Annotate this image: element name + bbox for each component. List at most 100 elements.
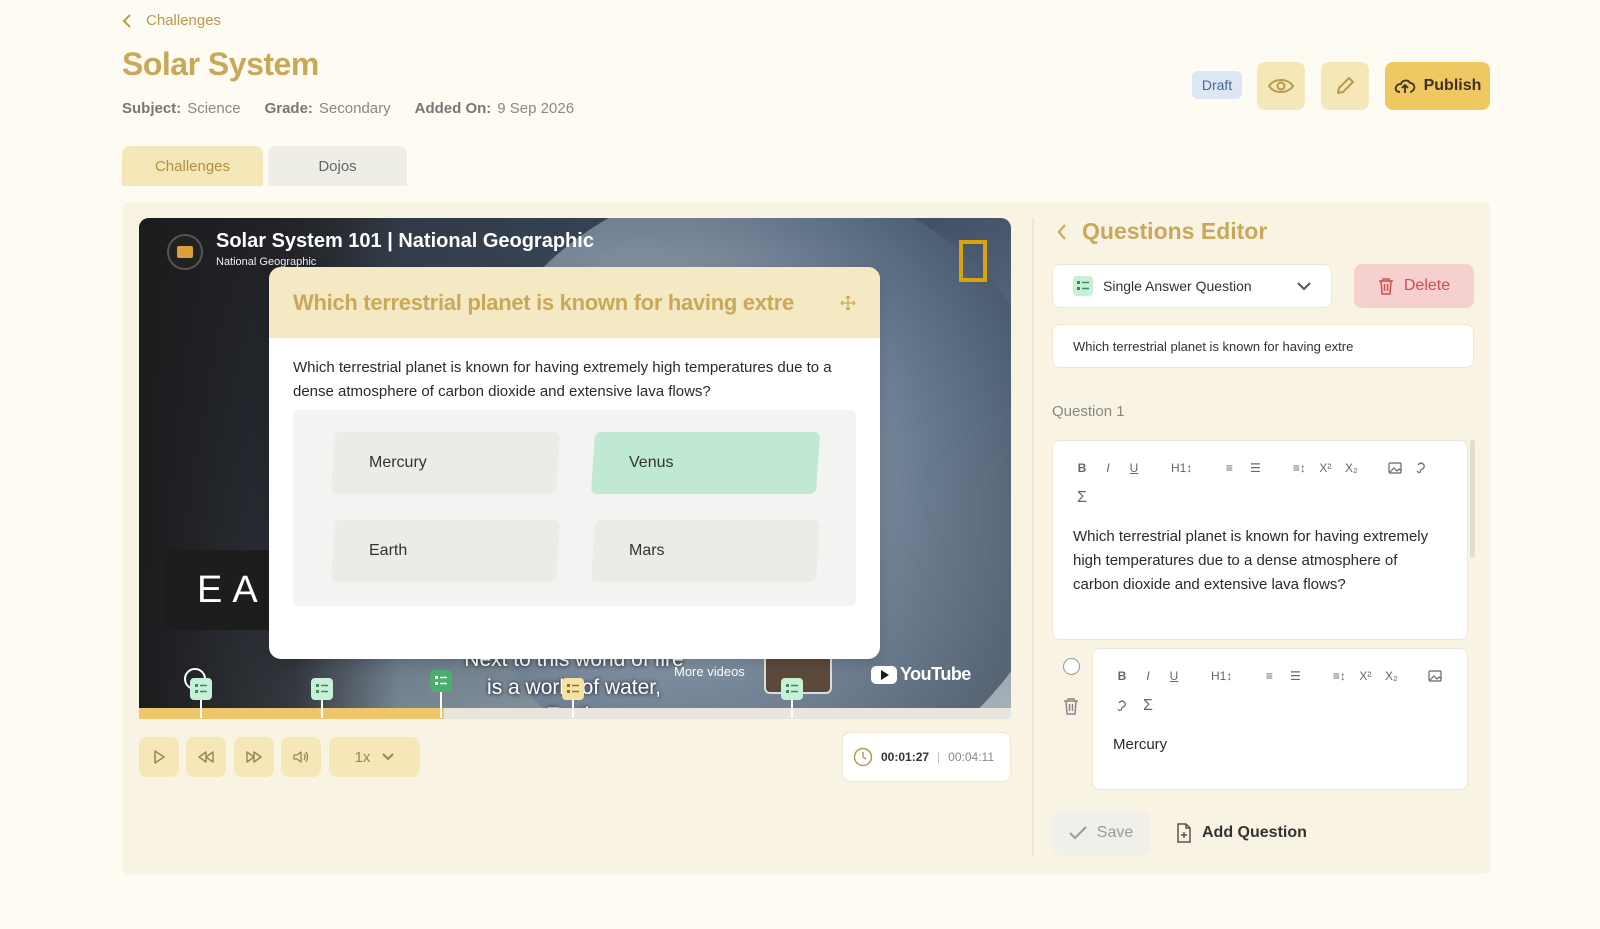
- youtube-wordmark: YouTube: [900, 664, 971, 684]
- playback-speed-select[interactable]: 1x: [329, 737, 420, 777]
- play-icon: [154, 750, 165, 764]
- meta-added-on: Added On: 9 Sep 2026: [414, 100, 575, 117]
- rewind-button[interactable]: [186, 737, 226, 777]
- answer-option-venus[interactable]: Venus: [590, 432, 821, 494]
- play-button[interactable]: [139, 737, 179, 777]
- bullet-list-button[interactable]: ☰: [1248, 461, 1262, 475]
- bold-button[interactable]: B: [1115, 669, 1129, 683]
- formula-button[interactable]: Σ: [1141, 697, 1155, 715]
- publish-button[interactable]: Publish: [1385, 62, 1490, 110]
- more-videos-label[interactable]: More videos: [674, 664, 745, 679]
- checklist-icon: [190, 678, 212, 700]
- time-total: 00:04:11: [948, 750, 994, 764]
- question-marker[interactable]: [781, 678, 803, 718]
- save-button[interactable]: Save: [1052, 811, 1150, 855]
- answer-option-mercury[interactable]: Mercury: [330, 432, 561, 494]
- subscript-button[interactable]: X₂: [1384, 669, 1398, 683]
- meta-row: Subject: Science Grade: Secondary Added On…: [122, 100, 574, 117]
- edit-button[interactable]: [1321, 62, 1369, 110]
- superscript-button[interactable]: X²: [1358, 669, 1372, 683]
- answer-text[interactable]: Mercury: [1093, 715, 1467, 757]
- youtube-play-icon: [871, 665, 897, 684]
- question-marker[interactable]: [311, 678, 333, 718]
- tab-dojos[interactable]: Dojos: [268, 146, 407, 186]
- eye-icon: [1268, 79, 1294, 93]
- fast-forward-icon: [246, 751, 262, 763]
- audio-icon[interactable]: [1115, 699, 1129, 713]
- heading-button[interactable]: H1↕: [1171, 461, 1192, 475]
- bullet-list-button[interactable]: ☰: [1288, 669, 1302, 683]
- ordered-list-button[interactable]: ≡: [1222, 461, 1236, 475]
- question-type-current: Single Answer Question: [1073, 276, 1252, 296]
- answer-option-earth[interactable]: Earth: [330, 520, 561, 582]
- clock-icon: [853, 747, 873, 767]
- pencil-icon: [1337, 77, 1354, 94]
- question-marker-active[interactable]: [430, 670, 452, 718]
- forward-button[interactable]: [234, 737, 274, 777]
- question-editor[interactable]: B I U H1↕ ≡ ☰ ≡↕ X² X₂ Σ Which terrestri…: [1052, 440, 1468, 640]
- correct-answer-radio[interactable]: [1063, 658, 1080, 675]
- meta-grade: Grade: Secondary: [264, 100, 391, 117]
- answer-editor[interactable]: B I U H1↕ ≡ ☰ ≡↕ X² X₂ Σ Mercury: [1092, 648, 1468, 790]
- delete-answer-button[interactable]: [1063, 697, 1079, 720]
- delete-button[interactable]: Delete: [1354, 264, 1474, 308]
- quiz-question: Which terrestrial planet is known for ha…: [293, 359, 832, 400]
- back-link-challenges[interactable]: Challenges: [122, 12, 221, 29]
- question-text[interactable]: Which terrestrial planet is known for ha…: [1053, 507, 1467, 597]
- meta-subject: Subject: Science: [122, 100, 241, 117]
- add-question-label: Add Question: [1202, 824, 1307, 841]
- chevron-left-icon: [122, 13, 131, 28]
- trash-icon: [1378, 278, 1393, 295]
- underline-button[interactable]: U: [1167, 669, 1181, 683]
- add-question-button[interactable]: Add Question: [1176, 811, 1307, 855]
- back-link-label: Challenges: [146, 12, 222, 29]
- question-type-select[interactable]: Single Answer Question: [1052, 264, 1332, 308]
- page-title: Solar System: [122, 46, 319, 82]
- question-title-input[interactable]: [1052, 324, 1474, 368]
- image-icon[interactable]: [1428, 670, 1442, 682]
- ordered-list-button[interactable]: ≡: [1262, 669, 1276, 683]
- move-icon[interactable]: [840, 295, 856, 311]
- question-marker[interactable]: [190, 678, 212, 718]
- italic-button[interactable]: I: [1101, 461, 1115, 475]
- chevron-down-icon: [1297, 281, 1311, 290]
- answer-option-mars[interactable]: Mars: [590, 520, 821, 582]
- volume-button[interactable]: [281, 737, 321, 777]
- image-icon[interactable]: [1388, 462, 1402, 474]
- line-height-button[interactable]: ≡↕: [1332, 669, 1346, 683]
- video-title[interactable]: Solar System 101 | National Geographic: [216, 230, 594, 253]
- check-icon: [1069, 826, 1087, 840]
- line-height-button[interactable]: ≡↕: [1292, 461, 1306, 475]
- save-label: Save: [1096, 824, 1134, 841]
- formula-button[interactable]: Σ: [1075, 489, 1089, 507]
- editor-toolbar: B I U H1↕ ≡ ☰ ≡↕ X² X₂ Σ: [1093, 649, 1467, 715]
- subscript-button[interactable]: X₂: [1344, 461, 1358, 475]
- publish-label: Publish: [1423, 77, 1482, 94]
- delete-label: Delete: [1403, 277, 1451, 294]
- chevron-down-icon: [382, 753, 395, 761]
- preview-button[interactable]: [1257, 62, 1305, 110]
- question-type-value: Single Answer Question: [1103, 278, 1252, 294]
- italic-button[interactable]: I: [1141, 669, 1155, 683]
- question-marker[interactable]: [562, 678, 584, 718]
- cloud-upload-icon: [1394, 79, 1415, 93]
- superscript-button[interactable]: X²: [1318, 461, 1332, 475]
- youtube-logo[interactable]: YouTube: [871, 664, 971, 685]
- editor-toolbar: B I U H1↕ ≡ ☰ ≡↕ X² X₂ Σ: [1053, 441, 1467, 507]
- tab-challenges[interactable]: Challenges: [122, 146, 263, 186]
- volume-icon: [293, 751, 309, 763]
- speed-value: 1x: [354, 748, 371, 766]
- add-file-icon: [1177, 823, 1191, 843]
- bold-button[interactable]: B: [1075, 461, 1089, 475]
- time-display: 00:01:27 | 00:04:11: [842, 732, 1011, 782]
- editor-scrollbar[interactable]: [1470, 440, 1475, 558]
- checklist-icon: [430, 670, 452, 692]
- underline-button[interactable]: U: [1127, 461, 1141, 475]
- video-progress-fill: [139, 708, 445, 719]
- channel-avatar[interactable]: [167, 234, 203, 270]
- status-badge: Draft: [1192, 71, 1242, 99]
- audio-icon[interactable]: [1414, 461, 1428, 475]
- chevron-left-icon[interactable]: [1056, 223, 1068, 241]
- heading-button[interactable]: H1↕: [1211, 669, 1232, 683]
- time-current: 00:01:27: [881, 750, 930, 764]
